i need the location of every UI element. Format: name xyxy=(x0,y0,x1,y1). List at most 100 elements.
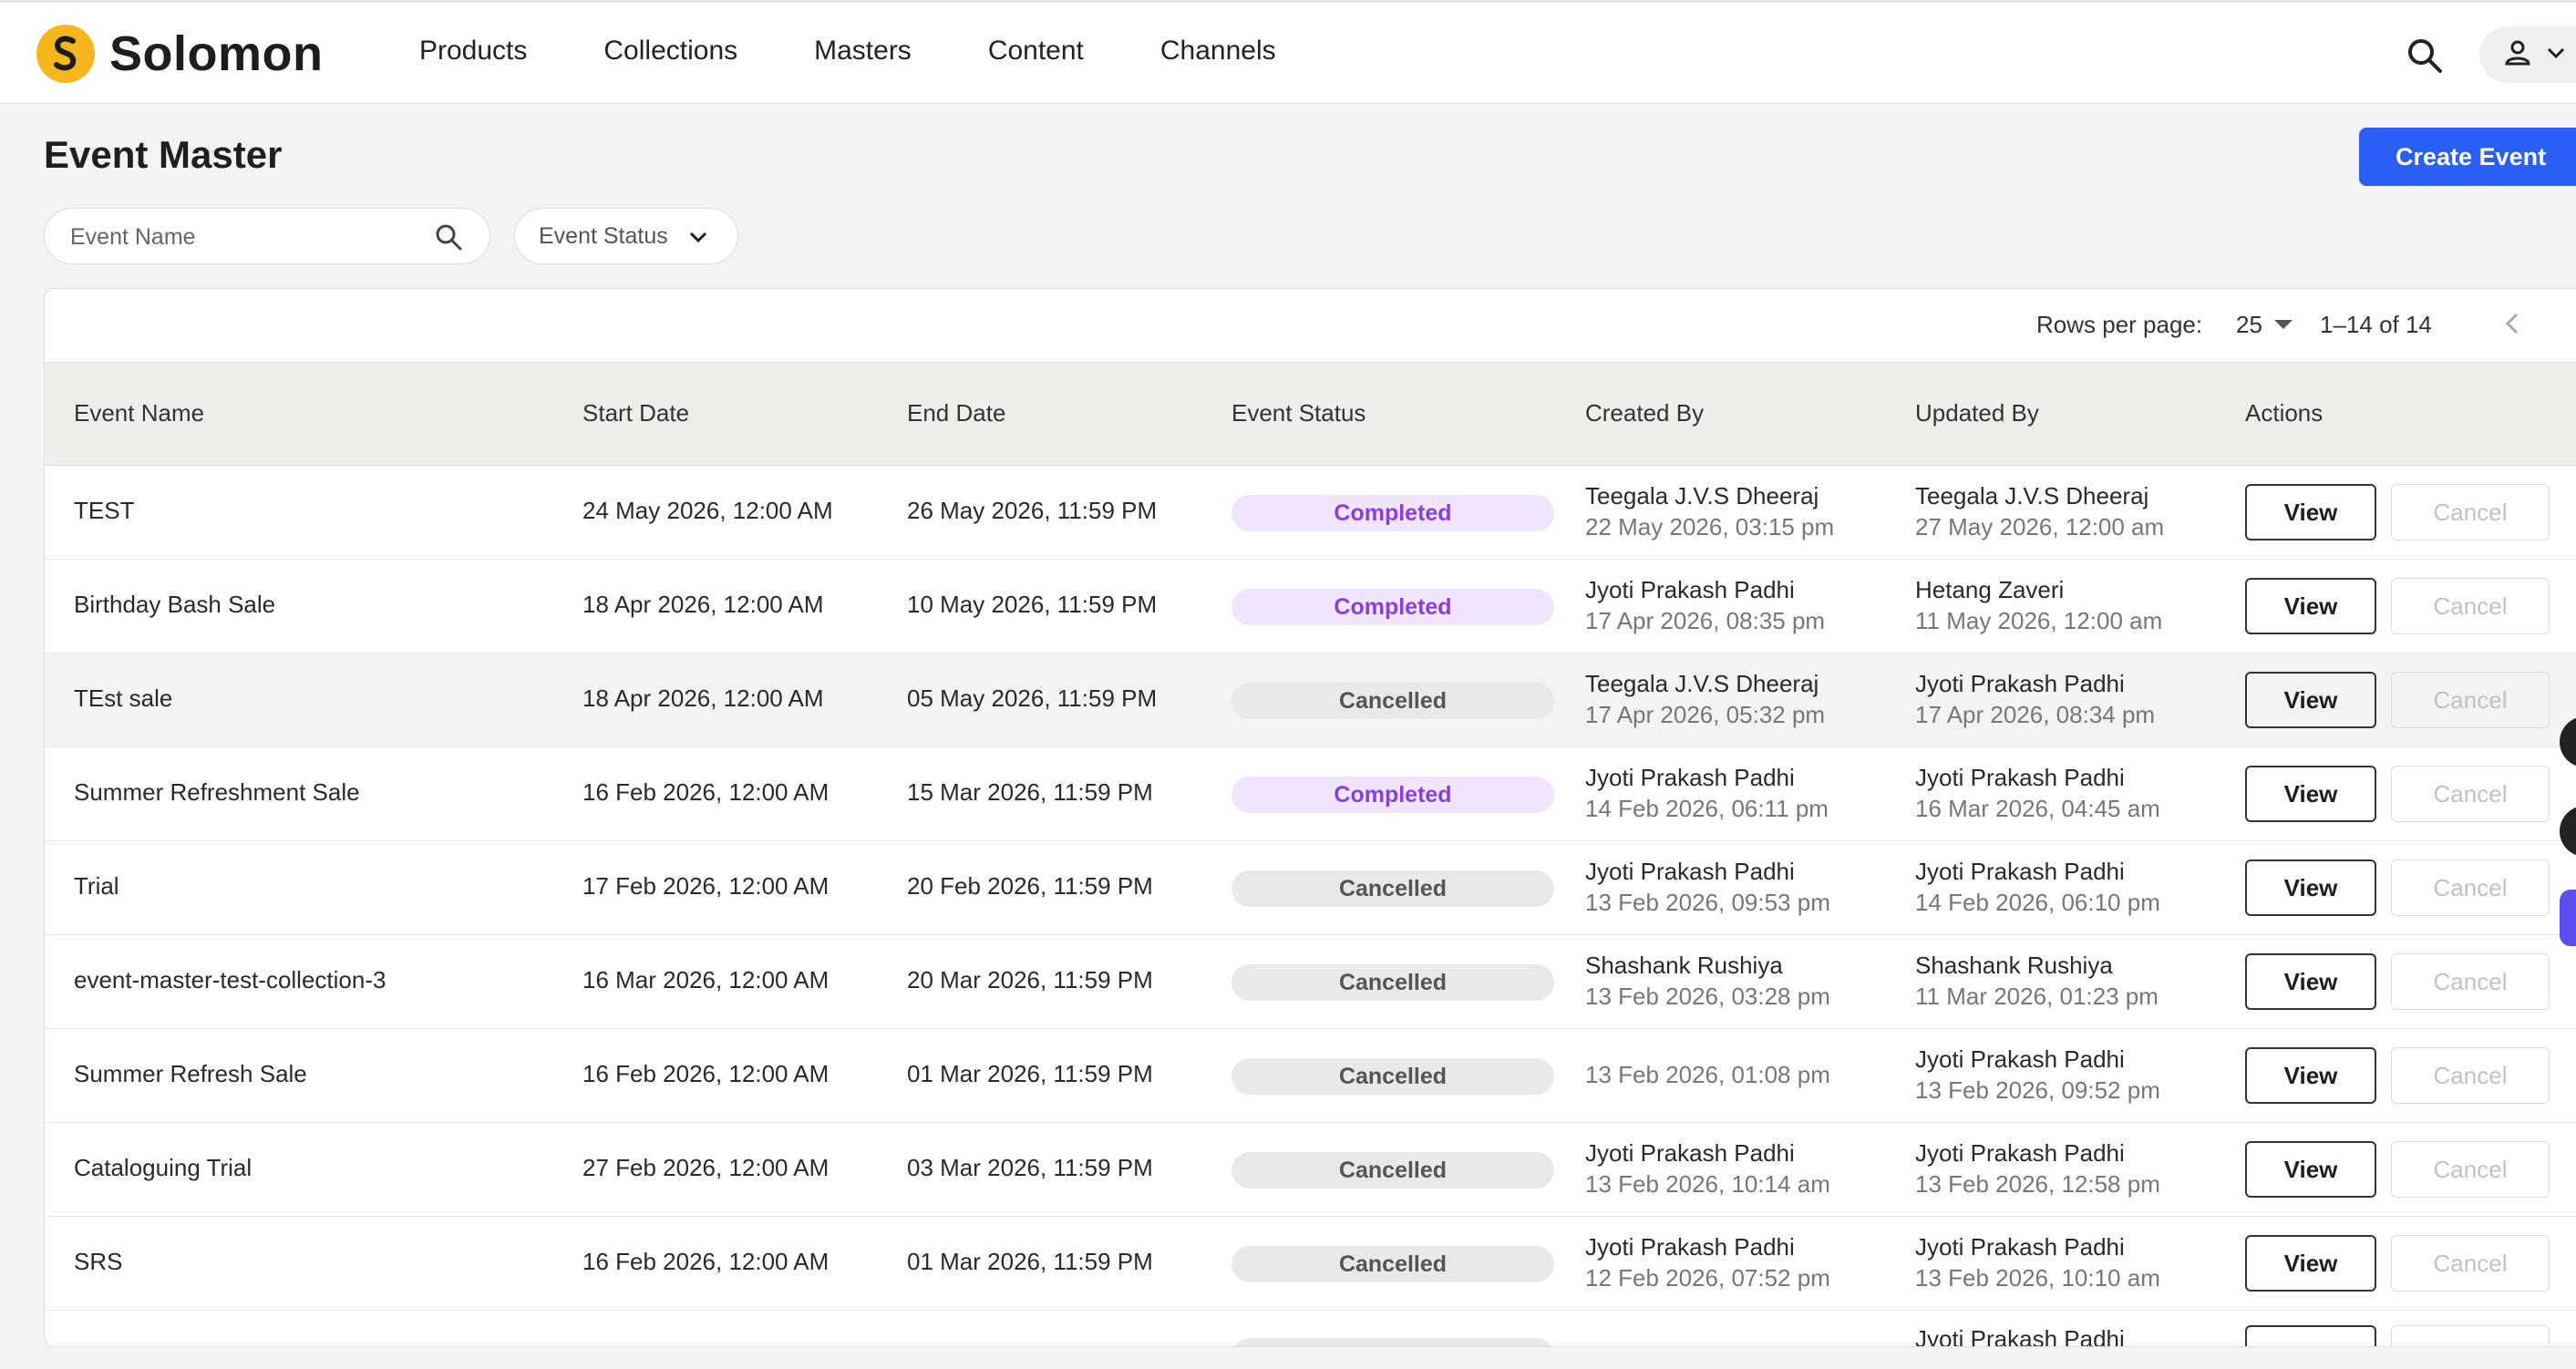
cancel-button[interactable]: Cancel xyxy=(2391,1141,2550,1198)
status-badge: Cancelled xyxy=(1231,1058,1554,1095)
created-by: Jyoti Prakash Padhi 13 Feb 2026, 09:53 pm xyxy=(1585,858,1830,916)
col-created-by: Created By xyxy=(1585,399,1705,427)
nav-masters[interactable]: Masters xyxy=(814,36,912,67)
updated-by: Hetang Zaveri 11 May 2026, 12:00 am xyxy=(1915,576,2163,634)
event-name-search xyxy=(44,208,490,264)
table-row: Summer Refresh Sale 16 Feb 2026, 12:00 A… xyxy=(45,1029,2576,1123)
table-row: SRS 16 Feb 2026, 12:00 AM 01 Mar 2026, 1… xyxy=(45,1217,2576,1311)
end-date: 20 Feb 2026, 11:59 PM xyxy=(907,872,1153,900)
created-by: 13 Feb 2026, 01:08 pm xyxy=(1585,1061,1830,1088)
chevron-left-icon[interactable] xyxy=(2499,309,2528,338)
nav-collections[interactable]: Collections xyxy=(603,36,737,67)
status-badge: Cancelled xyxy=(1231,1246,1554,1282)
updated-by: Teegala J.V.S Dheeraj 27 May 2026, 12:00 … xyxy=(1915,482,2165,540)
events-table-card: Rows per page: 25 1–14 of 14 Event Name … xyxy=(44,288,2576,1347)
event-name: Trial xyxy=(74,872,119,900)
created-by: Jyoti Prakash Padhi 13 Feb 2026, 10:14 am xyxy=(1585,1139,1830,1198)
view-button[interactable]: View xyxy=(2245,578,2376,634)
status-badge: Completed xyxy=(1231,495,1554,531)
start-date: 16 Feb 2026, 12:00 AM xyxy=(582,1060,829,1087)
end-date: 05 May 2026, 11:59 PM xyxy=(907,684,1158,712)
status-badge: Completed xyxy=(1231,777,1554,813)
pagination: Rows per page: 25 1–14 of 14 xyxy=(45,289,2576,362)
updated-by: Jyoti Prakash Padhi 13 Feb 2026, 10:10 am xyxy=(1915,1233,2160,1292)
start-date: 16 Mar 2026, 12:00 AM xyxy=(582,966,829,993)
caret-down-icon[interactable] xyxy=(2274,320,2293,329)
cancel-button[interactable]: Cancel xyxy=(2391,672,2550,728)
page-title: Event Master xyxy=(44,133,283,176)
nav-channels[interactable]: Channels xyxy=(1160,36,1276,67)
created-by: Shashank Rushiya 13 Feb 2026, 03:28 pm xyxy=(1585,952,1830,1010)
created-by: Teegala J.V.S Dheeraj 17 Apr 2026, 05:32 … xyxy=(1585,670,1826,728)
view-button[interactable]: View xyxy=(2245,953,2376,1010)
view-button[interactable]: View xyxy=(2245,1047,2376,1104)
updated-by: Jyoti Prakash Padhi 17 Apr 2026, 08:34 pm xyxy=(1915,670,2156,728)
start-date: 18 Apr 2026, 12:00 AM xyxy=(582,591,824,618)
created-by: Teegala J.V.S Dheeraj 22 May 2026, 03:15 … xyxy=(1585,482,1835,540)
search-icon[interactable] xyxy=(433,221,464,252)
cancel-button[interactable]: Cancel xyxy=(2391,484,2550,540)
table-row: Trial 17 Feb 2026, 12:00 AM 20 Feb 2026,… xyxy=(45,841,2576,935)
nav-content[interactable]: Content xyxy=(988,36,1084,67)
top-navbar: Solomon Products Collections Masters Con… xyxy=(0,0,2576,104)
end-date: 01 Mar 2026, 11:59 PM xyxy=(907,1248,1153,1275)
created-by: Jyoti Prakash Padhi 17 Apr 2026, 08:35 pm xyxy=(1585,576,1826,634)
cancel-button[interactable] xyxy=(2391,1325,2550,1346)
feedback-tab[interactable] xyxy=(2560,890,2576,946)
event-name: Cataloguing Trial xyxy=(74,1154,252,1181)
event-status-label: Event Status xyxy=(539,222,668,249)
end-date: 03 Mar 2026, 11:59 PM xyxy=(907,1154,1153,1181)
main-nav: Products Collections Masters Content Cha… xyxy=(419,36,1353,67)
user-menu-button[interactable] xyxy=(2479,26,2576,83)
col-event-status: Event Status xyxy=(1231,399,1366,427)
col-event-name: Event Name xyxy=(74,399,205,427)
brand-name: Solomon xyxy=(109,26,324,81)
col-actions: Actions xyxy=(2245,399,2324,427)
status-badge: Cancelled xyxy=(1231,870,1554,907)
updated-by: Jyoti Prakash Padhi 13 Feb 2026, 09:52 pm xyxy=(1915,1045,2160,1104)
col-end-date: End Date xyxy=(907,399,1006,427)
logo-mark-icon xyxy=(36,25,95,83)
table-row: Summer Refreshment Sale 16 Feb 2026, 12:… xyxy=(45,747,2576,841)
rows-per-page-select[interactable]: 25 xyxy=(2236,311,2262,339)
cancel-button[interactable]: Cancel xyxy=(2391,578,2550,634)
status-badge xyxy=(1231,1338,1554,1346)
search-input[interactable] xyxy=(68,221,437,252)
view-button[interactable] xyxy=(2245,1325,2376,1346)
updated-by: Shashank Rushiya 11 Mar 2026, 01:23 pm xyxy=(1915,952,2159,1010)
table-row: Cataloguing Trial 27 Feb 2026, 12:00 AM … xyxy=(45,1123,2576,1217)
table-header: Event Name Start Date End Date Event Sta… xyxy=(45,362,2576,466)
start-date: 18 Apr 2026, 12:00 AM xyxy=(582,684,824,712)
chevron-down-icon xyxy=(686,225,710,249)
view-button[interactable]: View xyxy=(2245,672,2376,728)
view-button[interactable]: View xyxy=(2245,1235,2376,1292)
nav-products[interactable]: Products xyxy=(419,36,527,67)
status-badge: Completed xyxy=(1231,589,1554,625)
event-name: Summer Refreshment Sale xyxy=(74,778,360,806)
cancel-button[interactable]: Cancel xyxy=(2391,1047,2550,1104)
cancel-button[interactable]: Cancel xyxy=(2391,953,2550,1010)
view-button[interactable]: View xyxy=(2245,766,2376,822)
event-name: Birthday Bash Sale xyxy=(74,591,276,618)
event-name: TEST xyxy=(74,497,135,524)
end-date: 15 Mar 2026, 11:59 PM xyxy=(907,778,1153,806)
table-row: TEst sale 18 Apr 2026, 12:00 AM 05 May 2… xyxy=(45,654,2576,747)
end-date: 26 May 2026, 11:59 PM xyxy=(907,497,1158,524)
cancel-button[interactable]: Cancel xyxy=(2391,859,2550,916)
view-button[interactable]: View xyxy=(2245,484,2376,540)
table-row: Jyoti Prakash Padhi xyxy=(45,1311,2576,1346)
brand-logo[interactable]: Solomon xyxy=(36,25,323,83)
view-button[interactable]: View xyxy=(2245,859,2376,916)
cancel-button[interactable]: Cancel xyxy=(2391,766,2550,822)
status-badge: Cancelled xyxy=(1231,683,1554,719)
status-badge: Cancelled xyxy=(1231,1152,1554,1189)
search-icon[interactable] xyxy=(2405,36,2445,76)
col-start-date: Start Date xyxy=(582,399,690,427)
view-button[interactable]: View xyxy=(2245,1141,2376,1198)
event-name: event-master-test-collection-3 xyxy=(74,966,386,993)
event-status-dropdown[interactable]: Event Status xyxy=(514,208,738,264)
create-event-button[interactable]: Create Event xyxy=(2359,128,2576,186)
cancel-button[interactable]: Cancel xyxy=(2391,1235,2550,1292)
col-updated-by: Updated By xyxy=(1915,399,2039,427)
chevron-right-icon[interactable] xyxy=(2571,309,2576,338)
